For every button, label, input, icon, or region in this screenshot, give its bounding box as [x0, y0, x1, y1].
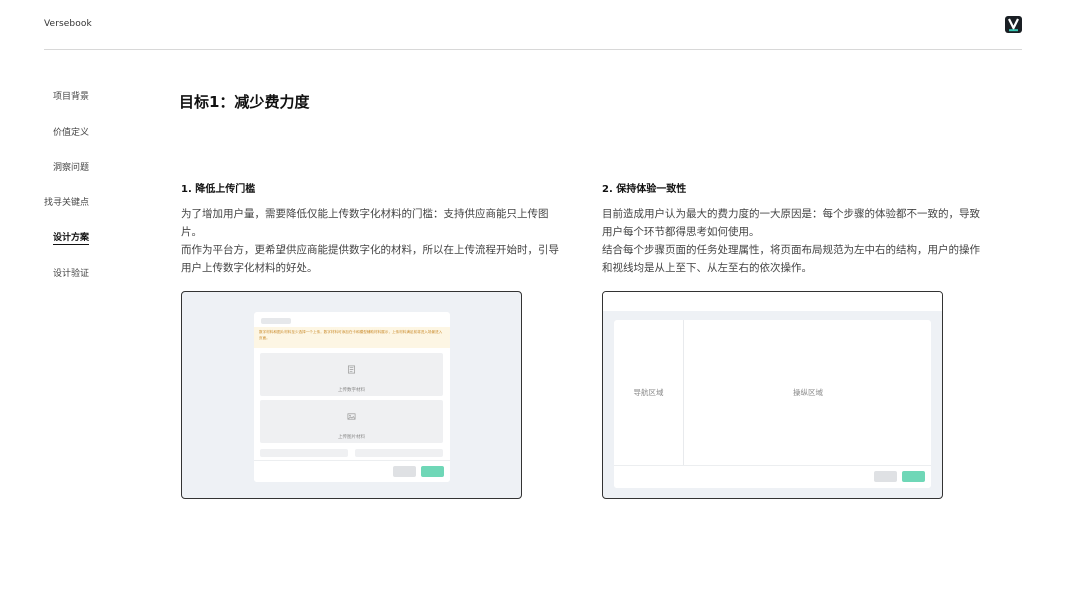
- card-header-placeholder: [261, 318, 291, 324]
- operation-area: 操纵区域: [685, 320, 931, 465]
- section-lower-threshold: 1. 降低上传门槛 为了增加用户量，需要降低仅能上传数字化材料的门槛：支持供应商…: [181, 180, 561, 277]
- upload-card: 数字材料和图片材料至少选择一个上传，数字材料可添加在卡和模型辅助材料展示，上传材…: [254, 312, 450, 482]
- layout-panel: 导航区域 操纵区域: [614, 320, 931, 488]
- section-paragraph: 而作为平台方，更希望供应商能提供数字化的材料，所以在上传流程开始时，引导用户上传…: [181, 244, 559, 274]
- page-title: 目标1：减少费力度: [179, 93, 310, 111]
- sidebar-item-insight[interactable]: 洞察问题: [53, 160, 89, 173]
- confirm-button[interactable]: [421, 466, 444, 477]
- placeholder-block: [260, 449, 348, 457]
- card-footer: [254, 460, 450, 482]
- upload-image-area[interactable]: 上传图片材料: [260, 400, 443, 443]
- sidebar-item-validation[interactable]: 设计验证: [53, 266, 89, 279]
- section-paragraph: 为了增加用户量，需要降低仅能上传数字化材料的门槛：支持供应商能只上传图片。: [181, 208, 549, 238]
- upload-digital-label: 上传数字材料: [338, 388, 365, 393]
- upload-digital-area[interactable]: 上传数字材料: [260, 353, 443, 396]
- upload-mockup-frame: 数字材料和图片材料至少选择一个上传，数字材料可添加在卡和模型辅助材料展示，上传材…: [181, 291, 522, 499]
- cancel-button[interactable]: [874, 471, 897, 482]
- upload-image-label: 上传图片材料: [338, 435, 365, 440]
- navigation-area-label: 导航区域: [633, 388, 664, 397]
- digital-file-icon: [347, 365, 356, 374]
- sidebar-item-keypoints[interactable]: 找寻关键点: [44, 195, 89, 208]
- navigation-area: 导航区域: [614, 320, 684, 465]
- versebook-logo-icon[interactable]: [1005, 16, 1022, 33]
- layout-mockup-frame: 导航区域 操纵区域: [602, 291, 943, 499]
- section-heading: 1. 降低上传门槛: [181, 184, 256, 195]
- operation-area-label: 操纵区域: [793, 388, 823, 397]
- header: Versebook: [44, 0, 1022, 50]
- image-icon: [347, 413, 356, 420]
- section-heading: 2. 保持体验一致性: [602, 184, 687, 195]
- placeholder-block: [355, 449, 443, 457]
- sidebar-item-value[interactable]: 价值定义: [53, 125, 89, 138]
- confirm-button[interactable]: [902, 471, 925, 482]
- cancel-button[interactable]: [393, 466, 416, 477]
- sidebar-item-design[interactable]: 设计方案: [52, 230, 89, 245]
- notice-banner: 数字材料和图片材料至少选择一个上传，数字材料可添加在卡和模型辅助材料展示，上传材…: [254, 327, 450, 348]
- mockup-topbar: [603, 292, 942, 311]
- section-consistency: 2. 保持体验一致性 目前造成用户认为最大的费力度的一大原因是：每个步骤的体验都…: [602, 180, 982, 277]
- brand-name[interactable]: Versebook: [44, 19, 92, 29]
- sidebar-item-background[interactable]: 项目背景: [53, 89, 89, 102]
- section-paragraph: 目前造成用户认为最大的费力度的一大原因是：每个步骤的体验都不一致的，导致用户每个…: [602, 208, 980, 238]
- section-paragraph: 结合每个步骤页面的任务处理属性，将页面布局规范为左中右的结构，用户的操作和视线均…: [602, 244, 980, 274]
- panel-footer: [614, 465, 931, 488]
